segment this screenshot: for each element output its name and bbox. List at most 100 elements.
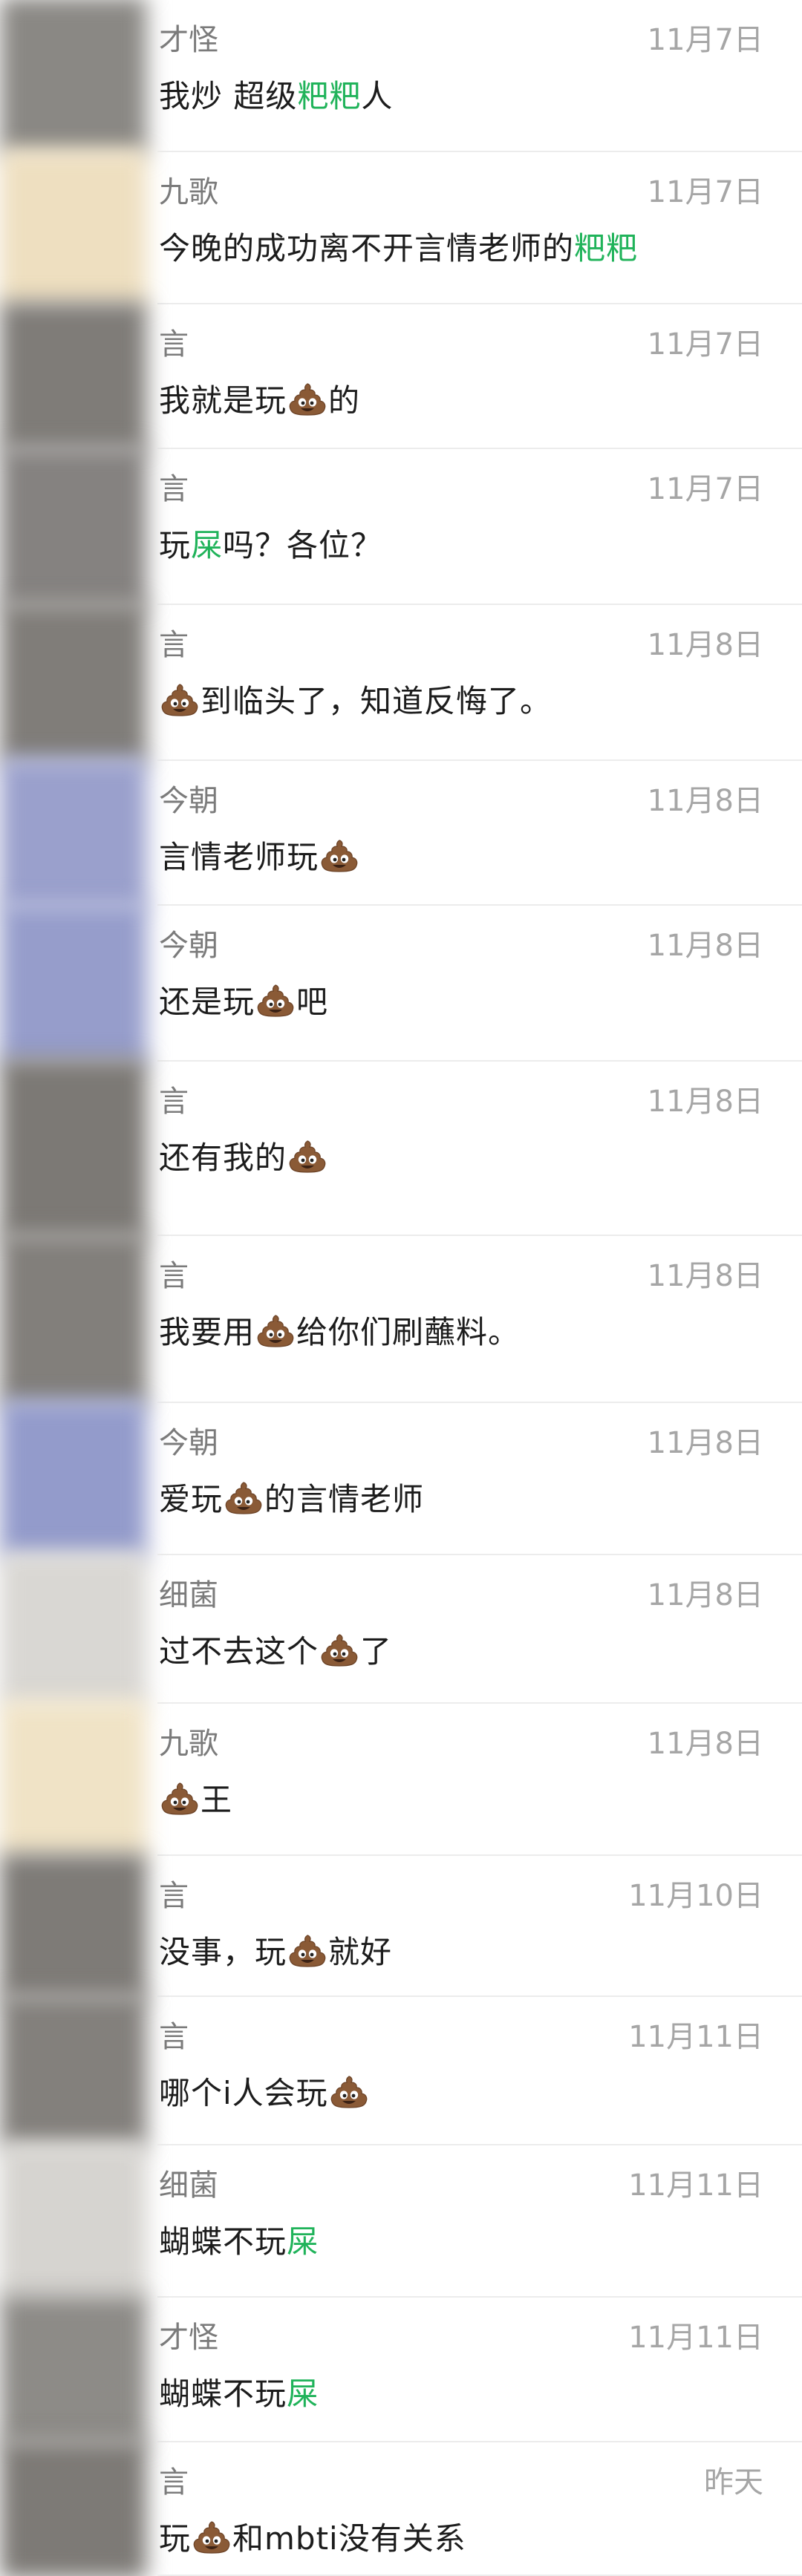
avatar[interactable]: [0, 0, 147, 156]
sender-name[interactable]: 言: [159, 325, 189, 364]
comment-row[interactable]: 言 11月8日到临头了，知道反悔了。: [0, 601, 802, 765]
highlighted-keyword: 粑粑: [574, 230, 639, 267]
avatar[interactable]: [0, 2439, 147, 2576]
poop-emoji-icon: [330, 2074, 368, 2110]
comment-content: 言 11月7日 我就是玩 的: [157, 304, 802, 449]
highlighted-keyword: 粑粑: [297, 78, 362, 114]
message-text-segment: 的言情老师: [264, 1481, 425, 1517]
avatar[interactable]: [0, 1994, 147, 2148]
comment-row[interactable]: 言 11月10日 没事，玩 就好: [0, 1853, 802, 2000]
comment-text: 过不去这个 了: [159, 1631, 392, 1673]
comment-content: 细菌 11月8日 过不去这个 了: [157, 1555, 802, 1704]
message-text-segment: 言情老师玩: [159, 839, 319, 875]
comment-text: 爱玩 的言情老师: [159, 1479, 424, 1520]
comment-row[interactable]: 今朝 11月8日 言情老师玩: [0, 758, 802, 909]
comment-content: 今朝 11月8日爱玩 的言情老师: [157, 1403, 802, 1555]
avatar[interactable]: [0, 2295, 147, 2445]
comment-content: 言 昨天玩 和mbti没有关系: [157, 2442, 802, 2576]
sender-name[interactable]: 言: [159, 470, 189, 509]
comment-date: 11月11日: [628, 2321, 763, 2355]
sender-name[interactable]: 才怪: [159, 2318, 218, 2357]
sender-name[interactable]: 言: [159, 626, 189, 664]
sender-name[interactable]: 言: [159, 1082, 189, 1121]
message-text-segment: 过不去这个: [159, 1633, 319, 1670]
comment-text: 没事，玩 就好: [159, 1932, 392, 1973]
comment-content: 言 11月11日 哪个i人会玩: [157, 1997, 802, 2145]
avatar[interactable]: [0, 148, 147, 308]
sender-name[interactable]: 今朝: [159, 782, 218, 820]
avatar[interactable]: [0, 1399, 147, 1559]
message-text-segment: 今晚的成功离不开言情老师的: [159, 230, 575, 267]
message-text-segment: 人: [361, 78, 394, 114]
message-text-segment: 的: [328, 382, 361, 419]
message-text-segment: 蝴蝶不玩: [159, 2223, 287, 2260]
avatar[interactable]: [0, 1232, 147, 1407]
avatar[interactable]: [0, 2142, 147, 2301]
comment-row[interactable]: 言 昨天玩 和mbti没有关系: [0, 2439, 802, 2576]
comment-row[interactable]: 言 11月8日 我要用 给你们刷蘸料。: [0, 1232, 802, 1407]
comment-row[interactable]: 细菌 11月11日 蝴蝶不玩屎: [0, 2142, 802, 2301]
comment-text: 我要用 给你们刷蘸料。: [159, 1312, 520, 1353]
sender-name[interactable]: 细菌: [159, 2166, 218, 2205]
avatar[interactable]: [0, 301, 147, 452]
comment-row[interactable]: 言 11月7日 玩屎吗？各位？: [0, 445, 802, 609]
message-text-segment: 我就是玩: [159, 382, 287, 419]
comment-row[interactable]: 言 11月11日 哪个i人会玩: [0, 1994, 802, 2148]
message-text-segment: 爱玩: [159, 1481, 224, 1517]
avatar[interactable]: [0, 1552, 147, 1707]
poop-emoji-icon: [320, 838, 359, 874]
comment-row[interactable]: 才怪 11月7日 我炒 超级粑粑人: [0, 0, 802, 156]
message-text-segment: 和mbti没有关系: [232, 2520, 466, 2557]
avatar[interactable]: [0, 1853, 147, 2000]
sender-name[interactable]: 细菌: [159, 1576, 218, 1615]
comment-date: 11月8日: [647, 628, 763, 662]
message-text-segment: 到临头了，知道反悔了。: [200, 683, 552, 719]
poop-emoji-icon: [288, 382, 327, 417]
comment-row[interactable]: 言 11月7日 我就是玩 的: [0, 301, 802, 452]
sender-name[interactable]: 今朝: [159, 926, 218, 965]
avatar[interactable]: [0, 1700, 147, 1860]
comment-row[interactable]: 九歌 11月8日王: [0, 1700, 802, 1860]
comment-content: 言 11月8日到临头了，知道反悔了。: [157, 605, 802, 761]
message-text-segment: 我要用: [159, 1314, 255, 1350]
comment-text: 我就是玩 的: [159, 380, 360, 422]
message-text-segment: 哪个i人会玩: [159, 2075, 328, 2111]
sender-name[interactable]: 言: [159, 1877, 189, 1915]
sender-name[interactable]: 言: [159, 1257, 189, 1295]
poop-emoji-icon: [256, 983, 295, 1019]
comment-row[interactable]: 才怪 11月11日蝴蝶不玩屎: [0, 2295, 802, 2445]
comment-text: 玩 和mbti没有关系: [159, 2518, 466, 2560]
poop-emoji-icon: [288, 1139, 327, 1174]
comment-row[interactable]: 细菌 11月8日 过不去这个 了: [0, 1552, 802, 1707]
comment-date: 11月8日: [647, 929, 763, 963]
comment-text: 言情老师玩: [159, 837, 360, 878]
poop-emoji-icon: [320, 1632, 359, 1668]
message-text-segment: 吗？各位？: [223, 527, 383, 563]
sender-name[interactable]: 言: [159, 2018, 189, 2056]
comment-text: 还有我的: [159, 1137, 328, 1179]
message-text-segment: 没事，玩: [159, 1934, 287, 1970]
message-text-segment: 玩: [159, 2520, 192, 2557]
avatar[interactable]: [0, 902, 147, 1065]
sender-name[interactable]: 九歌: [159, 1725, 218, 1763]
comment-content: 才怪 11月11日蝴蝶不玩屎: [157, 2298, 802, 2442]
sender-name[interactable]: 才怪: [159, 21, 218, 59]
comment-text: 蝴蝶不玩屎: [159, 2373, 319, 2415]
sender-name[interactable]: 九歌: [159, 173, 218, 212]
comment-row[interactable]: 今朝 11月8日 还是玩 吧: [0, 902, 802, 1065]
comment-row[interactable]: 今朝 11月8日爱玩 的言情老师: [0, 1399, 802, 1559]
comment-row[interactable]: 言 11月8日 还有我的: [0, 1058, 802, 1240]
avatar[interactable]: [0, 445, 147, 609]
comment-content: 今朝 11月8日 言情老师玩: [157, 761, 802, 906]
sender-name[interactable]: 今朝: [159, 1424, 218, 1462]
comment-text: 我炒 超级粑粑人: [159, 76, 393, 117]
avatar[interactable]: [0, 758, 147, 909]
comment-date: 11月8日: [647, 1426, 763, 1460]
poop-emoji-icon: [160, 682, 199, 718]
comment-content: 九歌 11月7日 今晚的成功离不开言情老师的粑粑: [157, 152, 802, 304]
avatar[interactable]: [0, 601, 147, 765]
comment-row[interactable]: 九歌 11月7日 今晚的成功离不开言情老师的粑粑: [0, 148, 802, 308]
sender-name[interactable]: 言: [159, 2463, 189, 2502]
highlighted-keyword: 屎: [287, 2376, 319, 2412]
avatar[interactable]: [0, 1058, 147, 1240]
